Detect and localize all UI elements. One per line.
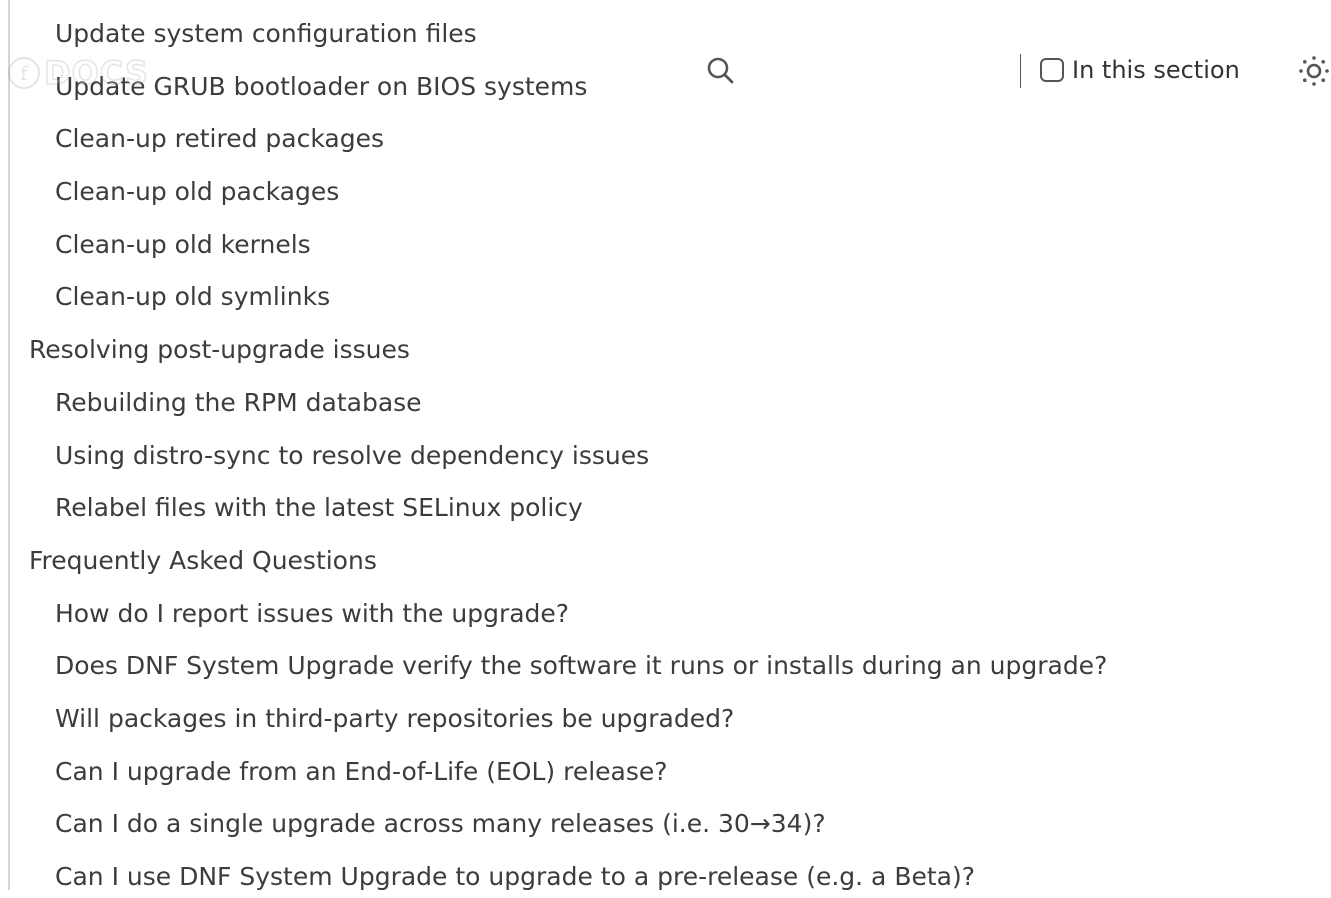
toc-item-report-issues[interactable]: How do I report issues with the upgrade?: [10, 588, 1308, 641]
in-this-section-toggle[interactable]: In this section: [1040, 56, 1240, 84]
toc-item-third-party-repositories[interactable]: Will packages in third-party repositorie…: [10, 693, 1308, 746]
toc-item-relabel-files-selinux[interactable]: Relabel files with the latest SELinux po…: [10, 482, 1308, 535]
docs-logo[interactable]: f DOCS: [8, 53, 149, 93]
table-of-contents: Update system configuration files Update…: [8, 0, 1308, 891]
toc-item-clean-up-old-symlinks[interactable]: Clean-up old symlinks: [10, 271, 1308, 324]
toc-item-verify-software[interactable]: Does DNF System Upgrade verify the softw…: [10, 640, 1308, 693]
toc-item-rebuilding-rpm-database[interactable]: Rebuilding the RPM database: [10, 377, 1308, 430]
search-icon: [707, 57, 734, 84]
toc-item-clean-up-old-packages[interactable]: Clean-up old packages: [10, 166, 1308, 219]
toc-item-upgrade-to-pre-release[interactable]: Can I use DNF System Upgrade to upgrade …: [10, 851, 1308, 898]
in-this-section-checkbox[interactable]: [1040, 58, 1064, 82]
toc-item-clean-up-old-kernels[interactable]: Clean-up old kernels: [10, 219, 1308, 272]
toc-item-using-distro-sync[interactable]: Using distro-sync to resolve dependency …: [10, 430, 1308, 483]
sun-icon: [1299, 56, 1329, 86]
toc-item-single-upgrade-many-releases[interactable]: Can I do a single upgrade across many re…: [10, 798, 1308, 851]
toc-item-upgrade-from-eol[interactable]: Can I upgrade from an End-of-Life (EOL) …: [10, 746, 1308, 799]
theme-toggle-button[interactable]: [1292, 52, 1330, 90]
fedora-logo-icon: f: [8, 57, 40, 89]
docs-page: Update system configuration files Update…: [0, 0, 1331, 898]
logo-text: DOCS: [43, 53, 149, 93]
toc-item-frequently-asked-questions[interactable]: Frequently Asked Questions: [10, 535, 1308, 588]
search-button[interactable]: [704, 54, 738, 88]
toc-item-update-system-configuration-files[interactable]: Update system configuration files: [10, 8, 1308, 61]
in-this-section-label: In this section: [1072, 56, 1240, 84]
toc-item-clean-up-retired-packages[interactable]: Clean-up retired packages: [10, 113, 1308, 166]
toc-item-resolving-post-upgrade-issues[interactable]: Resolving post-upgrade issues: [10, 324, 1308, 377]
